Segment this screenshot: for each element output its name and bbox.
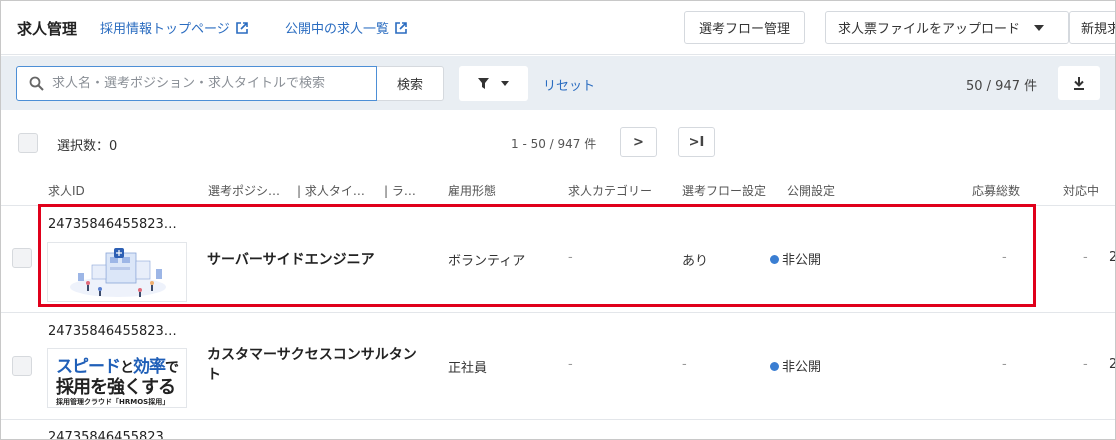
search-box xyxy=(16,66,377,101)
result-count: 50 / 947 件 xyxy=(966,79,1038,94)
row-checkbox[interactable] xyxy=(12,248,32,268)
column-header-employment[interactable]: 雇用形態 xyxy=(448,182,496,199)
pagination-info: 1 - 50 / 947 件 xyxy=(511,137,597,151)
publish-status: 非公開 xyxy=(782,360,822,375)
column-header-job-id[interactable]: 求人ID xyxy=(48,182,85,199)
status-badge: 非公開 xyxy=(770,356,821,375)
status-dot-icon xyxy=(770,362,779,371)
banner-caption: 採用管理クラウド「HRMOS採用」 xyxy=(56,398,170,406)
job-category: - xyxy=(568,357,573,372)
page-title: 求人管理 xyxy=(17,20,78,38)
last-page-button[interactable]: >I xyxy=(678,127,715,157)
filter-toolbar: 検索 リセット 50 / 947 件 xyxy=(1,56,1115,110)
column-header-position[interactable]: 選考ポジシ… xyxy=(208,182,280,199)
open-jobs-link[interactable]: 公開中の求人一覧 xyxy=(285,18,407,37)
download-button[interactable] xyxy=(1058,66,1100,100)
in-progress-count: - xyxy=(1083,250,1088,265)
overflow-value: 2 xyxy=(1109,250,1115,265)
new-job-button[interactable]: 新規求 xyxy=(1069,11,1115,44)
banner-subhead: 採用を強くする xyxy=(56,377,176,398)
column-header-category[interactable]: 求人カテゴリー xyxy=(568,182,652,199)
selected-count: 選択数：0 xyxy=(57,139,118,154)
column-header-in-progress[interactable]: 対応中 xyxy=(1063,182,1099,199)
column-header-label[interactable]: | ラ… xyxy=(384,182,416,199)
external-link-icon xyxy=(395,22,407,34)
divider xyxy=(1,419,1115,420)
application-count: - xyxy=(1002,357,1007,372)
select-all-checkbox[interactable] xyxy=(18,133,38,153)
next-page-button[interactable]: > xyxy=(620,127,657,157)
column-header-publish[interactable]: 公開設定 xyxy=(787,182,835,199)
page-header: 求人管理 採用情報トップページ 公開中の求人一覧 選考フロー管理 求人票ファイル… xyxy=(1,1,1115,55)
employment-type: 正社員 xyxy=(448,361,488,376)
flow-setting: - xyxy=(682,357,687,372)
column-header-flow[interactable]: 選考フロー設定 xyxy=(682,182,766,199)
column-header-job-title[interactable]: | 求人タイ… xyxy=(297,182,365,199)
column-header-applications[interactable]: 応募総数 xyxy=(972,182,1020,199)
chevron-down-icon xyxy=(1034,24,1045,31)
download-icon xyxy=(1074,76,1084,90)
job-thumbnail: スピードと効率で 採用を強くする 採用管理クラウド「HRMOS採用」 xyxy=(47,348,187,408)
search-input[interactable] xyxy=(52,76,362,91)
new-job-button-label: 新規求 xyxy=(1081,22,1115,37)
in-progress-count: - xyxy=(1083,357,1088,372)
recruit-top-link-label: 採用情報トップページ xyxy=(100,22,230,37)
overflow-value: 2 xyxy=(1109,357,1115,372)
divider xyxy=(1,312,1115,313)
open-jobs-link-label: 公開中の求人一覧 xyxy=(285,22,390,37)
job-id: 24735846455823… xyxy=(48,430,177,440)
search-button-label: 検索 xyxy=(396,78,423,93)
search-icon xyxy=(29,76,44,91)
filter-icon xyxy=(478,78,489,89)
job-management-page: 求人管理 採用情報トップページ 公開中の求人一覧 選考フロー管理 求人票ファイル… xyxy=(0,0,1116,440)
recruit-top-link[interactable]: 採用情報トップページ xyxy=(100,18,248,37)
reset-link[interactable]: リセット xyxy=(543,75,595,94)
job-id: 24735846455823… xyxy=(48,324,177,339)
filter-dropdown-button[interactable] xyxy=(459,66,528,101)
selection-flow-button-label: 選考フロー管理 xyxy=(698,22,790,37)
selection-flow-button[interactable]: 選考フロー管理 xyxy=(684,11,805,44)
highlight-box xyxy=(38,204,1036,307)
job-title-link[interactable]: カスタマーサクセスコンサルタント xyxy=(207,345,427,385)
search-button[interactable]: 検索 xyxy=(377,66,444,101)
upload-job-file-button-label: 求人票ファイルをアップロード xyxy=(838,22,1021,37)
external-link-icon xyxy=(235,22,248,34)
chevron-down-icon xyxy=(501,81,509,86)
row-checkbox[interactable] xyxy=(12,356,32,376)
upload-job-file-button[interactable]: 求人票ファイルをアップロード xyxy=(825,11,1069,44)
